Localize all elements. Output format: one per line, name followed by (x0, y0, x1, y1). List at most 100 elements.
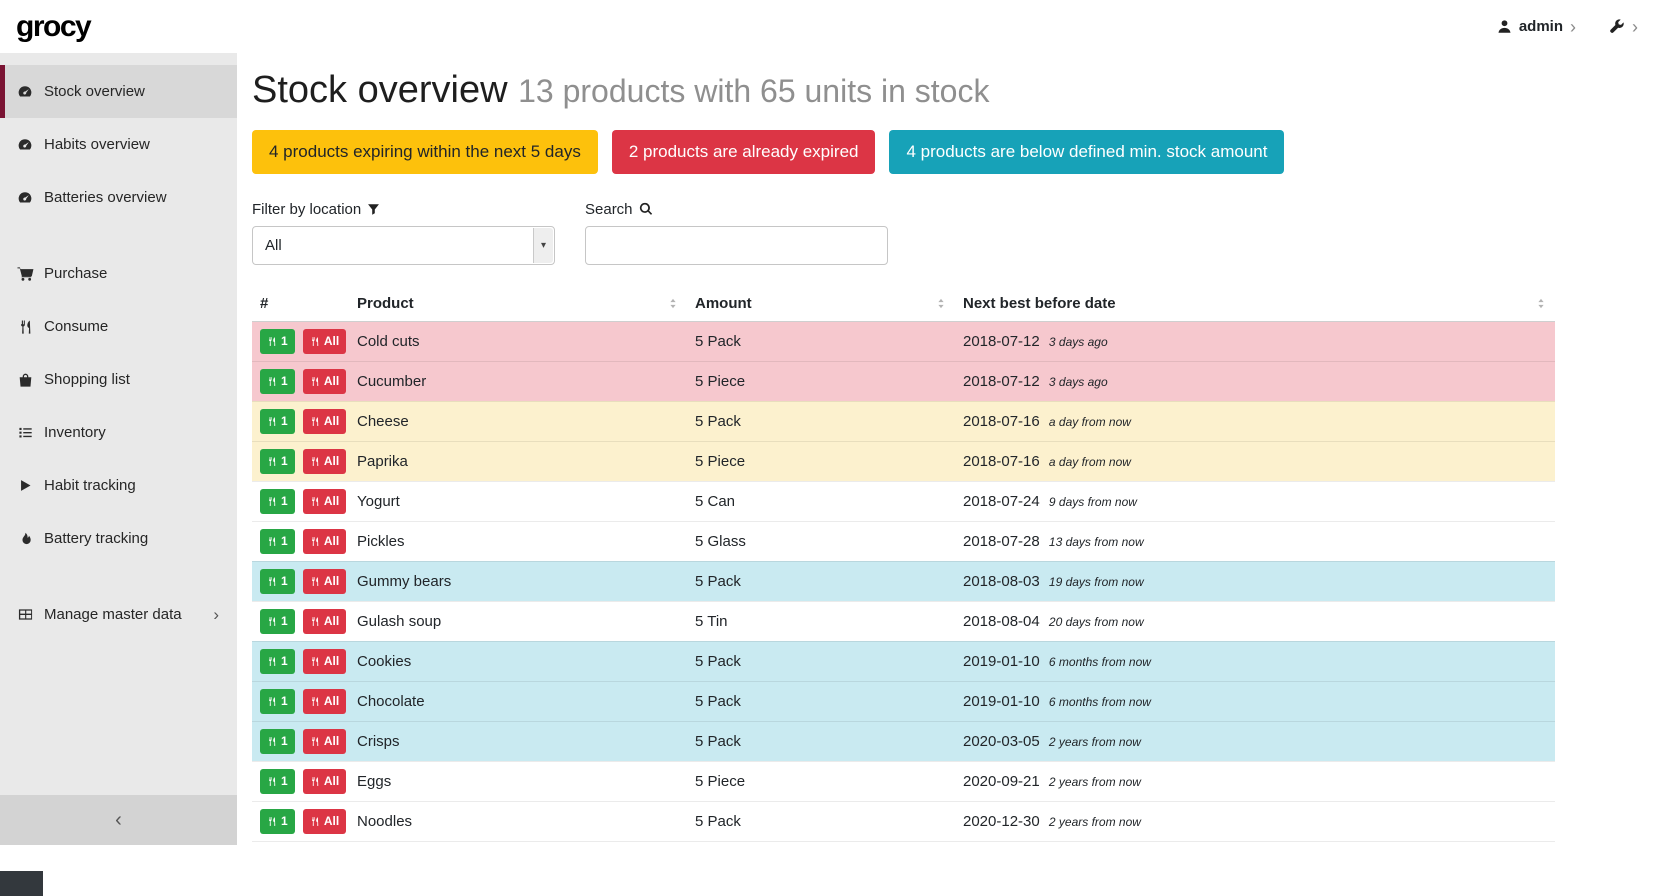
best-before-date: 2018-08-04 (963, 613, 1040, 630)
column-header-best-before[interactable]: Next best before date (955, 289, 1555, 322)
sidebar-item-consume[interactable]: Consume (0, 300, 237, 353)
row-actions: 1 All (252, 641, 349, 681)
expiring-products-alert[interactable]: 4 products expiring within the next 5 da… (252, 130, 598, 174)
consume-all-button[interactable]: All (303, 449, 346, 474)
chevron-right-icon: › (1632, 18, 1638, 36)
sidebar-item-label: Battery tracking (44, 530, 148, 547)
search-group: Search (585, 201, 888, 265)
sidebar-item-label: Consume (44, 318, 108, 335)
sidebar-item-stock-overview[interactable]: Stock overview (0, 65, 237, 118)
consume-all-button[interactable]: All (303, 729, 346, 754)
best-before-cell: 2020-12-30 2 years from now (955, 801, 1555, 841)
stock-table: # Product Amount (252, 289, 1555, 842)
consume-all-button[interactable]: All (303, 489, 346, 514)
column-header-best-before-label: Next best before date (963, 295, 1116, 312)
column-header-amount[interactable]: Amount (687, 289, 955, 322)
consume-all-button[interactable]: All (303, 529, 346, 554)
chevron-right-icon: › (1570, 18, 1576, 36)
app-logo[interactable]: grocy (16, 10, 90, 44)
search-input[interactable] (585, 226, 888, 265)
product-name: Gulash soup (349, 601, 687, 641)
consume-one-button[interactable]: 1 (260, 409, 295, 434)
user-menu[interactable]: admin › (1497, 18, 1576, 36)
consume-one-button[interactable]: 1 (260, 769, 295, 794)
consume-one-button[interactable]: 1 (260, 529, 295, 554)
location-select[interactable]: All ▾ (252, 226, 555, 265)
utensils-icon (267, 776, 277, 787)
consume-one-label: 1 (281, 374, 288, 388)
location-select-value: All (265, 237, 282, 254)
consume-all-button[interactable]: All (303, 609, 346, 634)
consume-one-button[interactable]: 1 (260, 649, 295, 674)
consume-all-label: All (324, 814, 339, 828)
sidebar-item-habit-tracking[interactable]: Habit tracking (0, 459, 237, 512)
expired-products-alert[interactable]: 2 products are already expired (612, 130, 876, 174)
consume-all-label: All (324, 334, 339, 348)
sidebar-item-shopping-list[interactable]: Shopping list (0, 353, 237, 406)
sidebar-item-label: Purchase (44, 265, 107, 282)
sidebar-item-inventory[interactable]: Inventory (0, 406, 237, 459)
settings-menu[interactable]: › (1608, 18, 1638, 36)
product-amount: 5 Glass (687, 521, 955, 561)
consume-one-button[interactable]: 1 (260, 609, 295, 634)
sidebar-item-label: Habits overview (44, 136, 150, 153)
consume-all-button[interactable]: All (303, 769, 346, 794)
consume-all-button[interactable]: All (303, 649, 346, 674)
product-name: Chocolate (349, 681, 687, 721)
timeago-text: 3 days ago (1049, 375, 1108, 389)
consume-all-label: All (324, 734, 339, 748)
best-before-cell: 2018-07-12 3 days ago (955, 321, 1555, 361)
consume-one-button[interactable]: 1 (260, 449, 295, 474)
sidebar-item-batteries-overview[interactable]: Batteries overview (0, 171, 237, 224)
consume-one-label: 1 (281, 774, 288, 788)
sidebar-item-manage-master-data[interactable]: Manage master data › (0, 588, 237, 641)
utensils-icon (310, 696, 320, 707)
consume-one-button[interactable]: 1 (260, 809, 295, 834)
utensils-icon (310, 616, 320, 627)
sidebar-item-battery-tracking[interactable]: Battery tracking (0, 512, 237, 565)
sidebar-collapse-button[interactable]: ‹ (0, 795, 237, 845)
row-actions: 1 All (252, 601, 349, 641)
consume-one-button[interactable]: 1 (260, 569, 295, 594)
product-name: Pickles (349, 521, 687, 561)
timeago-text: 13 days from now (1049, 535, 1144, 549)
table-row: 1 All Yogurt 5 Can 2018-07-24 9 da (252, 481, 1555, 521)
consume-one-button[interactable]: 1 (260, 329, 295, 354)
consume-all-button[interactable]: All (303, 569, 346, 594)
chevron-right-icon: › (213, 605, 225, 625)
below-min-stock-alert[interactable]: 4 products are below defined min. stock … (889, 130, 1284, 174)
column-header-product[interactable]: Product (349, 289, 687, 322)
sidebar-item-habits-overview[interactable]: Habits overview (0, 118, 237, 171)
gauge-icon (15, 190, 35, 206)
main-content: Stock overview 13 products with 65 units… (237, 53, 1658, 896)
consume-all-button[interactable]: All (303, 329, 346, 354)
consume-all-button[interactable]: All (303, 369, 346, 394)
consume-all-button[interactable]: All (303, 409, 346, 434)
sidebar-item-purchase[interactable]: Purchase (0, 247, 237, 300)
best-before-cell: 2018-07-28 13 days from now (955, 521, 1555, 561)
consume-one-label: 1 (281, 814, 288, 828)
consume-one-button[interactable]: 1 (260, 729, 295, 754)
utensils-icon (310, 416, 320, 427)
row-actions: 1 All (252, 721, 349, 761)
consume-all-button[interactable]: All (303, 809, 346, 834)
consume-one-button[interactable]: 1 (260, 689, 295, 714)
utensils-icon (267, 416, 277, 427)
consume-one-button[interactable]: 1 (260, 369, 295, 394)
consume-all-label: All (324, 614, 339, 628)
product-amount: 5 Pack (687, 401, 955, 441)
utensils-icon (267, 656, 277, 667)
consume-one-label: 1 (281, 654, 288, 668)
topbar-right: admin › › (1497, 18, 1638, 36)
consume-one-button[interactable]: 1 (260, 489, 295, 514)
row-actions: 1 All (252, 681, 349, 721)
consume-all-button[interactable]: All (303, 689, 346, 714)
timeago-text: 3 days ago (1049, 335, 1108, 349)
row-actions: 1 All (252, 521, 349, 561)
table-row: 1 All Gummy bears 5 Pack 2018-08-03 (252, 561, 1555, 601)
consume-one-label: 1 (281, 614, 288, 628)
utensils-icon (267, 496, 277, 507)
utensils-icon (267, 696, 277, 707)
best-before-date: 2019-01-10 (963, 693, 1040, 710)
product-amount: 5 Pack (687, 721, 955, 761)
